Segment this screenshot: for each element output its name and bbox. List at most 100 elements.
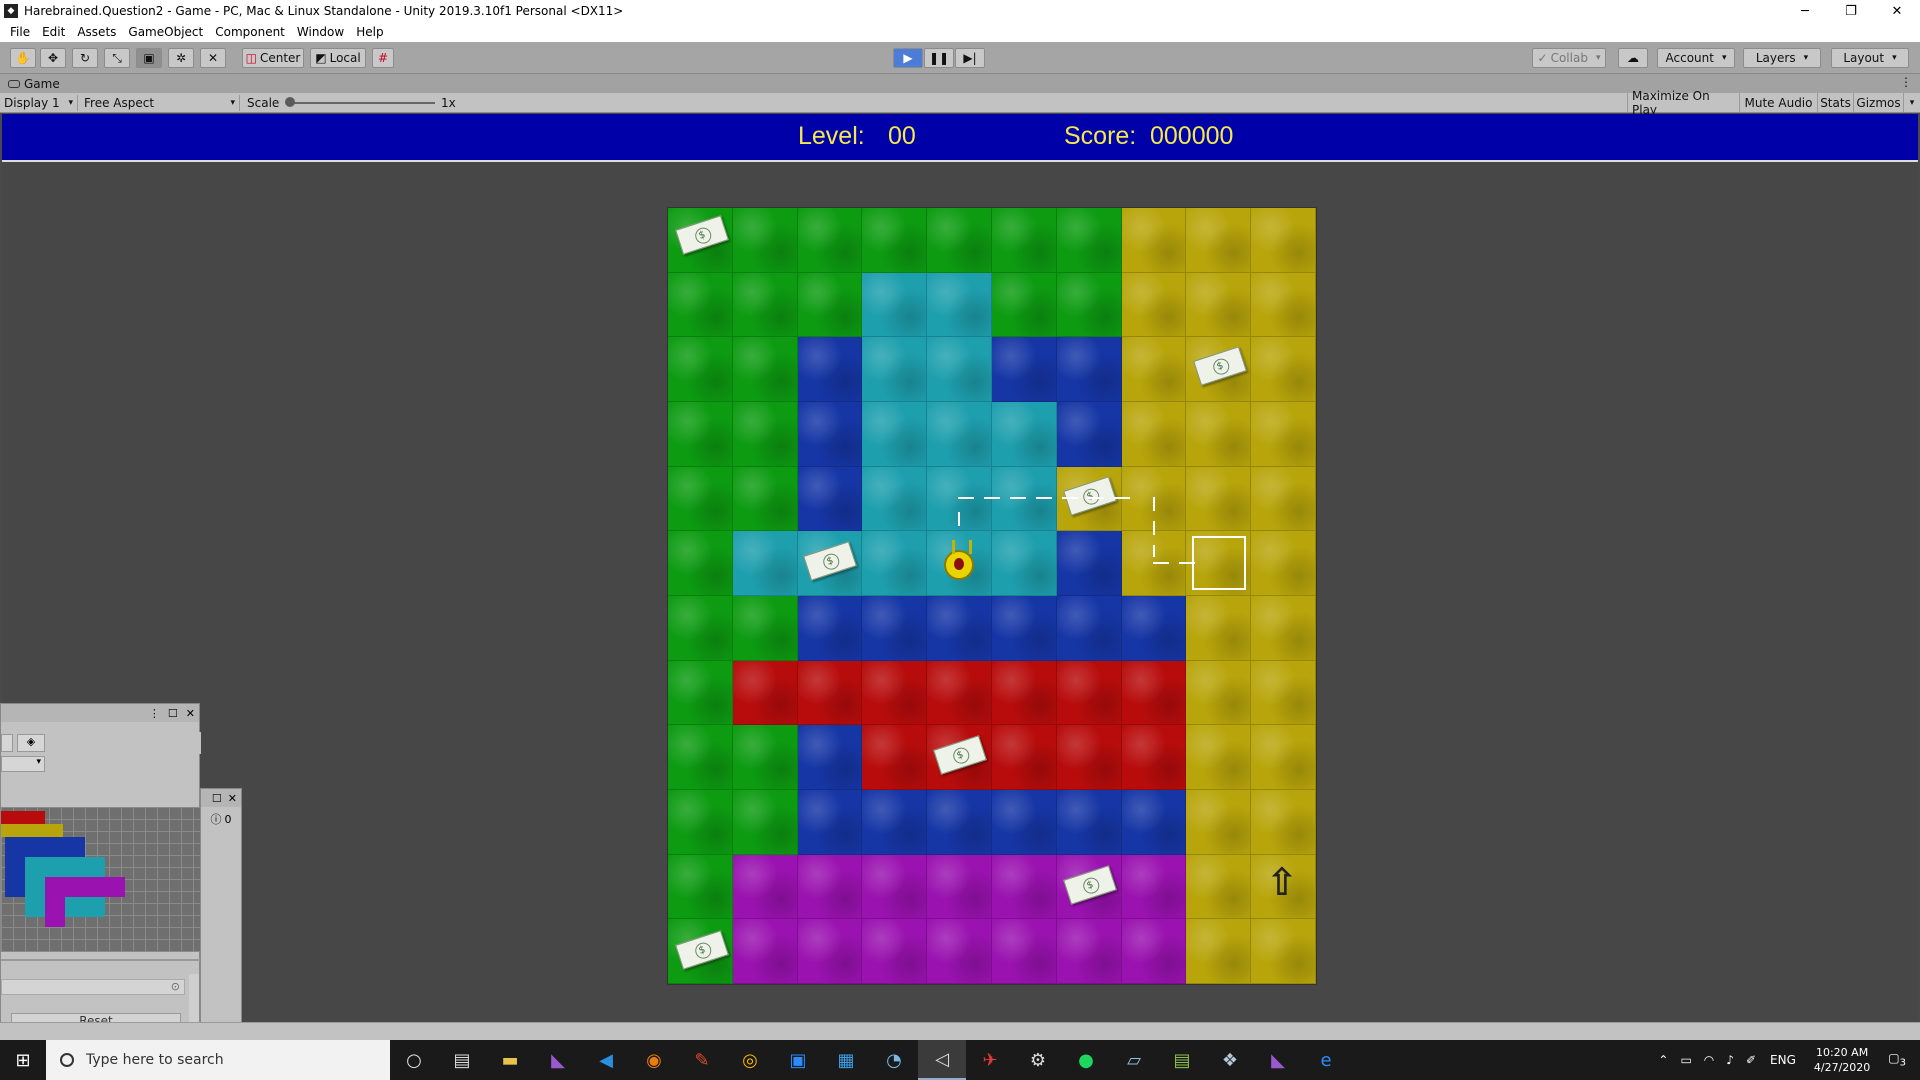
scale-tool-button[interactable]: ⤡ xyxy=(104,48,130,68)
board-tile-blue[interactable] xyxy=(927,789,992,855)
start-button[interactable]: ⊞ xyxy=(0,1040,46,1080)
picker-tool-button[interactable] xyxy=(1,734,13,752)
board-tile-red[interactable] xyxy=(992,725,1057,790)
board-tile-cyan[interactable] xyxy=(862,337,928,402)
minimize-button[interactable]: ─ xyxy=(1782,0,1828,22)
rotate-tool-button[interactable]: ↻ xyxy=(72,48,98,68)
scale-slider-track[interactable] xyxy=(290,102,435,104)
board-tile-yellow[interactable] xyxy=(1186,854,1252,920)
console-maximize-icon[interactable]: ☐ xyxy=(212,792,222,805)
board-tile-red[interactable] xyxy=(1056,725,1122,790)
board-tile-cyan[interactable] xyxy=(927,401,992,467)
board-tile-yellow[interactable] xyxy=(1251,531,1316,596)
board-tile-green[interactable] xyxy=(732,595,798,661)
board-tile-magenta[interactable] xyxy=(797,919,863,984)
unity-taskbar-icon[interactable]: ◁ xyxy=(918,1040,966,1080)
board-tile-magenta[interactable] xyxy=(862,854,928,920)
tab-menu-icon[interactable]: ⋮ xyxy=(1900,75,1912,89)
board-tile-green[interactable] xyxy=(1056,208,1122,273)
board-tile-blue[interactable] xyxy=(1056,401,1122,467)
board-tile-yellow[interactable] xyxy=(1251,919,1316,984)
layers-dropdown[interactable]: Layers ▾ xyxy=(1743,48,1821,68)
transform-tool-button[interactable]: ✲ xyxy=(168,48,194,68)
move-tool-button[interactable]: ✥ xyxy=(40,48,66,68)
palette-field[interactable]: ⊙ xyxy=(1,979,185,995)
board-tile-blue[interactable] xyxy=(1056,595,1122,661)
board-tile-yellow[interactable] xyxy=(1186,401,1252,467)
menu-help[interactable]: Help xyxy=(350,25,389,39)
board-tile-magenta[interactable] xyxy=(1121,854,1187,920)
task-view-icon[interactable]: ▤ xyxy=(438,1040,486,1080)
board-tile-yellow[interactable] xyxy=(1186,595,1252,661)
board-tile-yellow[interactable] xyxy=(1121,272,1187,338)
board-tile-green[interactable] xyxy=(732,466,798,532)
board-tile-red[interactable] xyxy=(1056,660,1122,726)
board-tile-blue[interactable] xyxy=(1056,531,1122,596)
board-tile-blue[interactable] xyxy=(992,789,1057,855)
hand-tool-button[interactable]: ✋ xyxy=(10,48,36,68)
menu-window[interactable]: Window xyxy=(291,25,350,39)
board-tile-yellow[interactable] xyxy=(1186,725,1252,790)
board-tile-magenta[interactable] xyxy=(992,919,1057,984)
board-tile-magenta[interactable] xyxy=(732,919,798,984)
board-tile-green[interactable] xyxy=(668,725,733,790)
visual-studio-2-icon[interactable]: ◣ xyxy=(1254,1040,1302,1080)
pen-icon[interactable]: ✐ xyxy=(1740,1053,1762,1067)
board-tile-green[interactable] xyxy=(668,466,733,532)
game-app-icon[interactable]: ✈ xyxy=(966,1040,1014,1080)
board-tile-yellow[interactable] xyxy=(1251,208,1316,273)
board-tile-magenta[interactable] xyxy=(732,854,798,920)
palette-menu-icon[interactable]: ⋮ xyxy=(149,707,160,720)
collab-dropdown[interactable]: ✓ Collab ▾ xyxy=(1532,48,1606,68)
puzzle-board[interactable] xyxy=(668,208,1316,984)
board-tile-yellow[interactable] xyxy=(1251,595,1316,661)
maximize-on-play-toggle[interactable]: Maximize On Play xyxy=(1627,89,1739,117)
board-tile-green[interactable] xyxy=(668,272,733,338)
board-tile-blue[interactable] xyxy=(797,725,863,790)
board-tile-green[interactable] xyxy=(927,208,992,273)
board-tile-blue[interactable] xyxy=(797,789,863,855)
menu-file[interactable]: File xyxy=(4,25,36,39)
magenta-tile-swatch[interactable] xyxy=(45,897,65,927)
language-indicator[interactable]: ENG xyxy=(1762,1053,1804,1067)
menu-gameobject[interactable]: GameObject xyxy=(122,25,209,39)
board-tile-yellow[interactable] xyxy=(1251,789,1316,855)
board-tile-cyan[interactable] xyxy=(862,531,928,596)
magenta-tile-swatch[interactable] xyxy=(45,877,125,897)
layout-dropdown[interactable]: Layout ▾ xyxy=(1831,48,1909,68)
board-tile-green[interactable] xyxy=(668,531,733,596)
board-tile-green[interactable] xyxy=(992,272,1057,338)
pen-app-icon[interactable]: ✎ xyxy=(678,1040,726,1080)
board-tile-green[interactable] xyxy=(732,401,798,467)
board-tile-magenta[interactable] xyxy=(927,854,992,920)
board-tile-blue[interactable] xyxy=(1056,789,1122,855)
cortana-icon[interactable]: ○ xyxy=(390,1040,438,1080)
board-tile-yellow[interactable] xyxy=(1251,337,1316,402)
board-tile-yellow[interactable] xyxy=(1186,208,1252,273)
board-tile-red[interactable] xyxy=(862,660,928,726)
board-tile-green[interactable] xyxy=(668,789,733,855)
board-tile-red[interactable] xyxy=(992,660,1057,726)
board-tile-cyan[interactable] xyxy=(732,531,798,596)
console-close-icon[interactable]: ✕ xyxy=(228,792,237,805)
taskbar-search[interactable]: Type here to search xyxy=(46,1040,390,1080)
board-tile-yellow[interactable] xyxy=(1186,660,1252,726)
board-tile-blue[interactable] xyxy=(797,401,863,467)
gizmos-dropdown-icon[interactable]: ▾ xyxy=(1903,93,1920,112)
board-tile-yellow[interactable] xyxy=(1251,272,1316,338)
board-tile-blue[interactable] xyxy=(797,595,863,661)
palette-select[interactable]: ▾ xyxy=(1,756,45,772)
notifications-button[interactable]: ▢3 xyxy=(1880,1051,1920,1068)
board-tile-green[interactable] xyxy=(668,660,733,726)
board-tile-green[interactable] xyxy=(668,595,733,661)
board-tile-green[interactable] xyxy=(668,854,733,920)
eraser-tool-button[interactable]: ◈ xyxy=(17,734,45,752)
board-tile-yellow[interactable] xyxy=(1186,919,1252,984)
board-tile-yellow[interactable] xyxy=(1186,466,1252,532)
volume-icon[interactable]: ♪ xyxy=(1720,1053,1740,1067)
board-tile-red[interactable] xyxy=(1121,660,1187,726)
board-tile-yellow[interactable] xyxy=(1121,401,1187,467)
board-tile-cyan[interactable] xyxy=(862,466,928,532)
board-tile-red[interactable] xyxy=(1121,725,1187,790)
board-tile-yellow[interactable] xyxy=(1186,272,1252,338)
